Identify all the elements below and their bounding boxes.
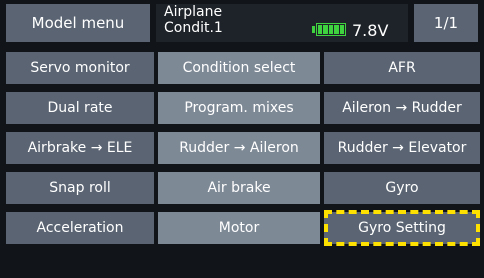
battery-icon (312, 22, 348, 37)
model-menu-button[interactable]: Model menu (6, 4, 150, 42)
menu-row: Snap roll Air brake Gyro (0, 172, 484, 204)
airbrake-ele-button[interactable]: Airbrake → ELE (6, 132, 154, 164)
snap-roll-button[interactable]: Snap roll (6, 172, 154, 204)
model-info-panel: Airplane Condit.1 7.8V (156, 4, 408, 42)
afr-button[interactable]: AFR (324, 52, 480, 84)
gyro-button[interactable]: Gyro (324, 172, 480, 204)
program-mixes-button[interactable]: Program. mixes (158, 92, 320, 124)
servo-monitor-button[interactable]: Servo monitor (6, 52, 154, 84)
gyro-setting-button[interactable]: Gyro Setting (324, 212, 480, 244)
menu-row: Dual rate Program. mixes Aileron → Rudde… (0, 92, 484, 124)
model-menu-screen: Model menu Airplane Condit.1 7.8V 1/1 Se… (0, 0, 484, 278)
page-indicator-button[interactable]: 1/1 (414, 4, 478, 42)
menu-row: Servo monitor Condition select AFR (0, 52, 484, 84)
aileron-rudder-button[interactable]: Aileron → Rudder (324, 92, 480, 124)
motor-button[interactable]: Motor (158, 212, 320, 244)
acceleration-button[interactable]: Acceleration (6, 212, 154, 244)
header-bar: Model menu Airplane Condit.1 7.8V 1/1 (0, 0, 484, 46)
battery-voltage: 7.8V (352, 21, 389, 40)
menu-row: Airbrake → ELE Rudder → Aileron Rudder →… (0, 132, 484, 164)
menu-row: Acceleration Motor Gyro Setting (0, 212, 484, 244)
rudder-elevator-button[interactable]: Rudder → Elevator (324, 132, 480, 164)
condition-name: Condit.1 (164, 20, 223, 36)
condition-select-button[interactable]: Condition select (158, 52, 320, 84)
rudder-aileron-button[interactable]: Rudder → Aileron (158, 132, 320, 164)
dual-rate-button[interactable]: Dual rate (6, 92, 154, 124)
air-brake-button[interactable]: Air brake (158, 172, 320, 204)
model-name: Airplane (164, 4, 223, 20)
